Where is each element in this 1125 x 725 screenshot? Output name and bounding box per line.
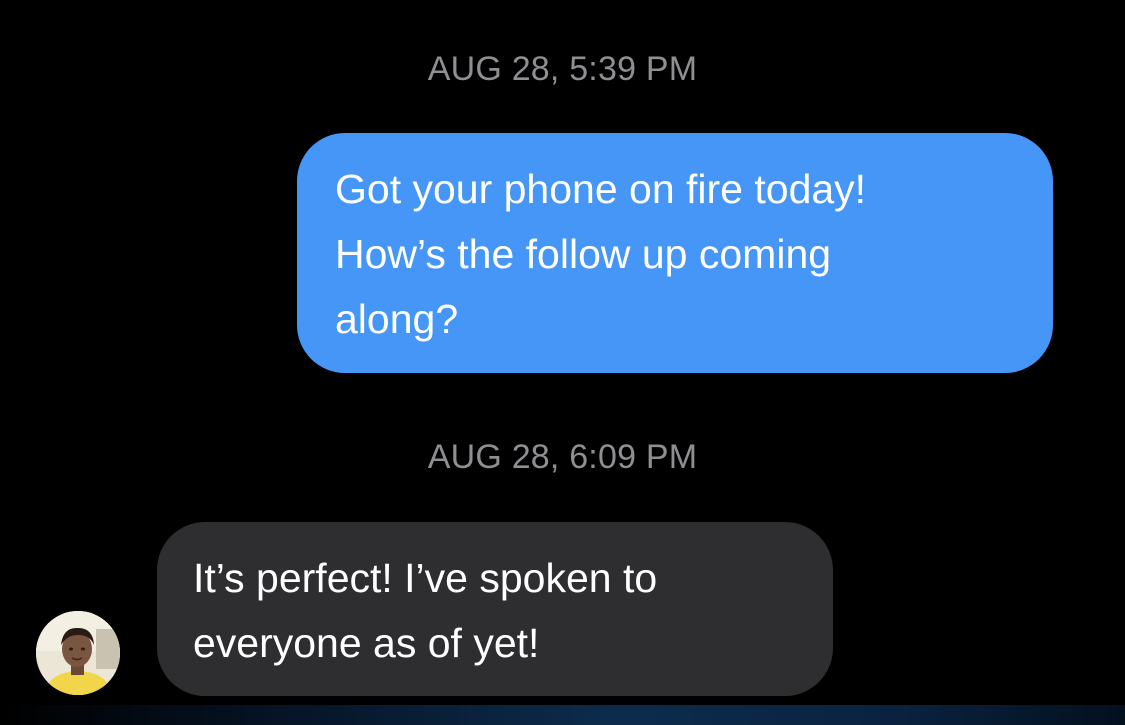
bottom-edge-gradient (0, 705, 1125, 725)
sent-message-bubble[interactable]: Got your phone on fire today! How’s the … (297, 133, 1053, 373)
received-message-bubble[interactable]: It’s perfect! I’ve spoken to everyone as… (157, 522, 833, 696)
contact-avatar[interactable] (36, 611, 120, 695)
message-timestamp: AUG 28, 5:39 PM (427, 50, 698, 88)
avatar-photo-icon (36, 611, 120, 695)
message-timestamp: AUG 28, 6:09 PM (427, 438, 698, 476)
